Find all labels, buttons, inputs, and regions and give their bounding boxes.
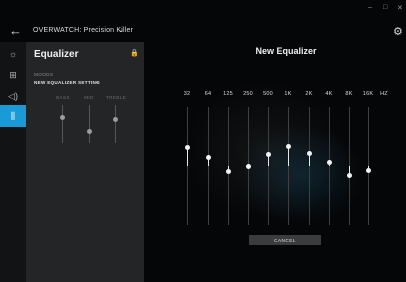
mid-label: MID [84, 95, 94, 100]
eq-band-track[interactable] [187, 107, 188, 225]
rail-item-equalizer[interactable]: ⫼ [0, 105, 26, 127]
freq-label: 64 [204, 91, 212, 97]
bass-label: BASS [56, 95, 70, 100]
rail-item-assignments[interactable]: ⊞ [0, 65, 26, 85]
eq-band-slider-handle[interactable] [327, 160, 332, 166]
speaker-icon: ◁) [8, 90, 18, 101]
eq-band-slider-handle[interactable] [206, 155, 211, 161]
eq-band-slider-handle[interactable] [266, 151, 271, 157]
eq-band-track[interactable] [288, 107, 289, 225]
equalizer-icon: ⫼ [10, 110, 16, 121]
freq-label: 1K [284, 91, 292, 97]
eq-band-track[interactable] [329, 107, 330, 225]
top-bar: – □ ✕ ← OVERWATCH: Precision Killer ⌄ ⚙ [0, 0, 406, 42]
lighting-icon: ☼ [8, 49, 18, 59]
eq-band-slider-handle[interactable] [366, 168, 371, 174]
gear-icon[interactable]: ⚙ [393, 25, 403, 38]
freq-label: 2K [305, 91, 313, 97]
close-button[interactable]: ✕ [397, 4, 403, 12]
eq-band-slider-handle[interactable] [246, 163, 251, 169]
minimize-button[interactable]: – [368, 4, 372, 11]
freq-label: 500 [263, 91, 273, 97]
eq-band-fill [187, 147, 188, 166]
assignments-icon: ⊞ [9, 69, 17, 80]
eq-band-slider-handle[interactable] [347, 172, 352, 178]
freq-label: 250 [243, 91, 253, 97]
eq-band-track[interactable] [309, 107, 310, 225]
app-window: – □ ✕ ← OVERWATCH: Precision Killer ⌄ ⚙ … [0, 0, 406, 282]
panel-title: Equalizer [34, 49, 79, 60]
eq-band-slider-handle[interactable] [286, 143, 291, 149]
mid-track[interactable] [89, 105, 90, 143]
chevron-down-icon[interactable]: ⌄ [118, 26, 124, 34]
rail-item-speaker[interactable]: ◁) [0, 86, 26, 106]
cancel-button[interactable]: CANCEL [249, 235, 321, 245]
bass-track[interactable] [62, 105, 63, 143]
freq-label: 8K [345, 91, 353, 97]
moods-label: MOODS [34, 72, 54, 77]
freq-label: 4K [325, 91, 333, 97]
moods-dropdown[interactable]: NEW EQUALIZER SETTING [34, 80, 100, 85]
freq-label: 16K [362, 91, 374, 97]
equalizer-side-panel: Equalizer 🔒 MOODS NEW EQUALIZER SETTING … [26, 42, 144, 282]
eq-band-slider-handle[interactable] [226, 169, 231, 175]
maximize-button[interactable]: □ [383, 4, 387, 11]
freq-label: 32 [183, 91, 191, 97]
treble-label: TREBLE [105, 95, 127, 100]
eq-band-track[interactable] [208, 107, 209, 225]
eq-band-slider-handle[interactable] [307, 150, 312, 156]
rail-item-lighting[interactable]: ☼ [0, 44, 26, 64]
page-title: New Equalizer [255, 46, 317, 56]
eq-band-track[interactable] [268, 107, 269, 225]
freq-label: 125 [223, 91, 233, 97]
lock-icon: 🔒 [130, 50, 139, 57]
treble-track[interactable] [115, 105, 116, 143]
eq-band-fill [288, 146, 289, 166]
eq-band-slider-handle[interactable] [185, 144, 190, 150]
unit-label: HZ [380, 91, 388, 97]
left-icon-rail: ☼ ⊞ ◁) ⫼ [0, 42, 26, 282]
chevron-down-icon[interactable]: ⌄ [95, 79, 99, 85]
back-arrow-icon[interactable]: ← [9, 24, 22, 37]
